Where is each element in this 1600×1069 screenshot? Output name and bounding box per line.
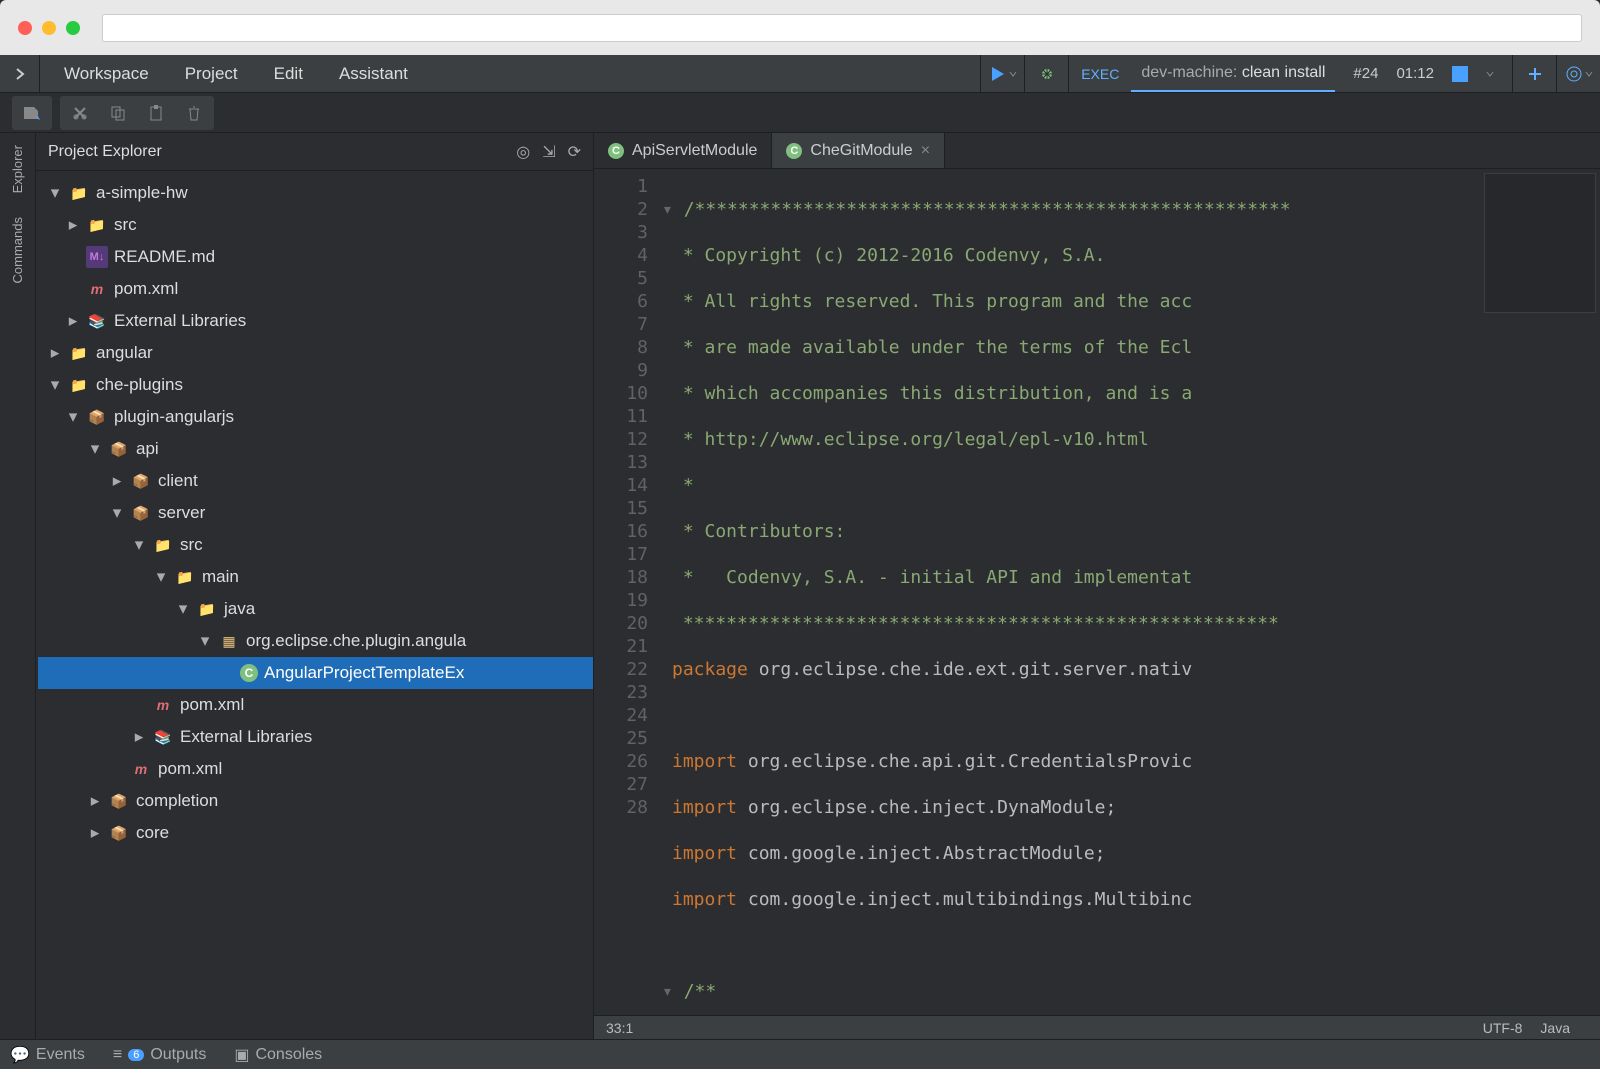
tree-node-api[interactable]: ▾📦api [38,433,593,465]
menu-edit[interactable]: Edit [274,64,303,84]
browser-chrome [0,0,1600,55]
cursor-position: 33:1 [606,1020,633,1036]
editor-status-bar: 33:1 UTF-8 Java [594,1015,1600,1039]
tree-node-completion[interactable]: ▸📦completion [38,785,593,817]
tree-node-package[interactable]: ▾▦org.eclipse.che.plugin.angula [38,625,593,657]
toolbar [0,93,1600,133]
tree-node-server[interactable]: ▾📦server [38,497,593,529]
events-icon: 💬 [10,1045,30,1065]
traffic-lights [18,21,80,35]
refresh-icon[interactable]: ⟳ [568,142,581,162]
outputs-badge: 6 [128,1049,144,1061]
expand-menu-button[interactable] [0,55,40,92]
tree-node-core[interactable]: ▸📦core [38,817,593,849]
locate-icon[interactable]: ◎ [516,142,530,162]
tree-node-main[interactable]: ▾📁main [38,561,593,593]
tab-apiservletmodule[interactable]: CApiServletModule [594,133,772,168]
outputs-tab[interactable]: ≡6Outputs [113,1046,207,1064]
collapse-all-icon[interactable]: ⇲ [542,142,555,162]
events-tab[interactable]: 💬Events [10,1045,85,1065]
menu-assistant[interactable]: Assistant [339,64,408,84]
outputs-icon: ≡ [113,1046,122,1064]
rail-commands[interactable]: Commands [10,217,25,283]
tree-node-pom1[interactable]: mpom.xml [38,273,593,305]
close-window-icon[interactable] [18,21,32,35]
tree-node-client[interactable]: ▸📦client [38,465,593,497]
tree-node-a-simple-hw[interactable]: ▾📁a-simple-hw [38,177,593,209]
target-button[interactable] [1556,55,1600,92]
tree-node-plugin-angularjs[interactable]: ▾📦plugin-angularjs [38,401,593,433]
chevron-down-icon[interactable] [1486,70,1494,78]
editor-panel: CApiServletModule CCheGitModule× 1234567… [594,133,1600,1039]
project-tree: ▾📁a-simple-hw ▸📁src M↓README.md mpom.xml… [36,171,593,1039]
run-time: 01:12 [1396,65,1434,82]
tree-node-java[interactable]: ▾📁java [38,593,593,625]
line-gutter: 1234567891011121314151617181920212223242… [594,169,658,1015]
copy-button[interactable] [100,98,136,128]
run-button[interactable] [980,55,1024,92]
url-bar[interactable] [102,14,1582,42]
tree-node-angular-template[interactable]: CAngularProjectTemplateEx [38,657,593,689]
tree-node-pom2[interactable]: mpom.xml [38,689,593,721]
menu-project[interactable]: Project [185,64,238,84]
paste-button[interactable] [138,98,174,128]
tree-node-readme[interactable]: M↓README.md [38,241,593,273]
bottom-bar: 💬Events ≡6Outputs ▣Consoles [0,1039,1600,1069]
encoding[interactable]: UTF-8 [1483,1020,1523,1036]
exec-command[interactable]: dev-machine: clean install [1131,55,1335,92]
menu-bar: Workspace Project Edit Assistant EXEC de… [0,55,1600,93]
maximize-window-icon[interactable] [66,21,80,35]
split-editor-button[interactable] [1512,55,1556,92]
code-editor[interactable]: 1234567891011121314151617181920212223242… [594,169,1600,1015]
tree-node-src[interactable]: ▸📁src [38,209,593,241]
code-content[interactable]: ▾ /*************************************… [658,169,1600,1015]
minimap[interactable] [1484,173,1596,313]
project-explorer-panel: Project Explorer ◎ ⇲ ⟳ ▾📁a-simple-hw ▸📁s… [36,133,594,1039]
editor-tabs: CApiServletModule CCheGitModule× [594,133,1600,169]
tree-node-angular[interactable]: ▸📁angular [38,337,593,369]
tab-chegitmodule[interactable]: CCheGitModule× [772,133,945,168]
menu-workspace[interactable]: Workspace [64,64,149,84]
progress-indicator-icon [1452,66,1468,82]
cut-button[interactable] [62,98,98,128]
left-rail: Explorer Commands [0,133,36,1039]
tree-node-extlib2[interactable]: ▸📚External Libraries [38,721,593,753]
consoles-icon: ▣ [234,1045,249,1065]
debug-button[interactable] [1024,55,1068,92]
consoles-tab[interactable]: ▣Consoles [234,1045,322,1065]
close-tab-icon[interactable]: × [921,142,930,160]
run-id: #24 [1353,65,1378,82]
language-mode[interactable]: Java [1540,1020,1570,1036]
rail-explorer[interactable]: Explorer [10,145,25,193]
explorer-title: Project Explorer [48,143,162,161]
tree-node-pom3[interactable]: mpom.xml [38,753,593,785]
minimize-window-icon[interactable] [42,21,56,35]
new-file-button[interactable] [14,98,50,128]
tree-node-src2[interactable]: ▾📁src [38,529,593,561]
tree-node-che-plugins[interactable]: ▾📁che-plugins [38,369,593,401]
delete-button[interactable] [176,98,212,128]
exec-label: EXEC [1069,66,1131,82]
tree-node-extlib1[interactable]: ▸📚External Libraries [38,305,593,337]
